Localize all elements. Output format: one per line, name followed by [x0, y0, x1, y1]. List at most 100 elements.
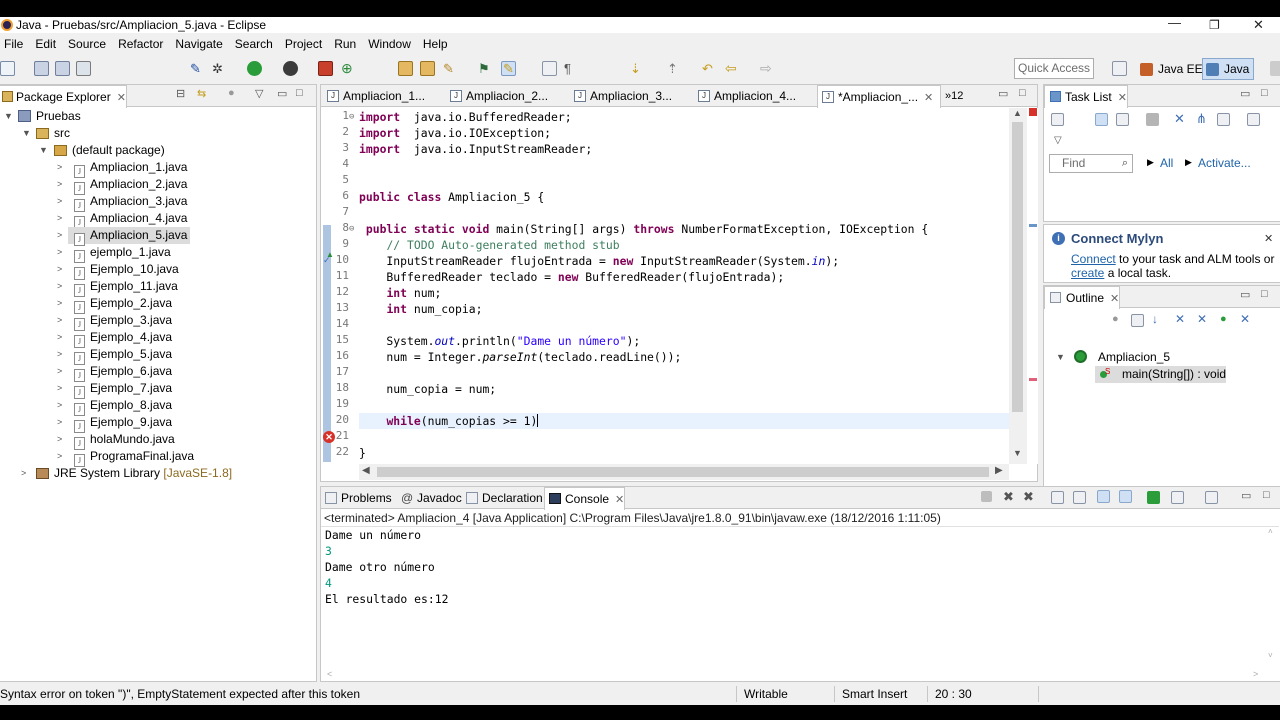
open-type-icon[interactable]: [398, 61, 413, 76]
run-icon[interactable]: [247, 61, 262, 76]
remove-all-icon[interactable]: ✖: [1023, 489, 1034, 505]
tree-file[interactable]: > J Ejemplo_2.java: [0, 295, 172, 314]
synchronize-icon[interactable]: [1217, 113, 1230, 126]
editor-tab-ampliacion-1[interactable]: J Ampliacion_1...: [323, 85, 425, 107]
remove-launch-icon[interactable]: ✖: [1003, 489, 1014, 505]
view-menu-icon[interactable]: ▽: [1054, 135, 1062, 146]
chevron-down-icon[interactable]: ˅: [1268, 651, 1273, 660]
chevron-left-icon[interactable]: ◀: [362, 465, 370, 476]
view-menu-icon[interactable]: ▽: [255, 87, 263, 100]
debug-icon[interactable]: ✲: [212, 61, 227, 76]
close-icon[interactable]: ✕: [1253, 17, 1264, 33]
hide-static-icon[interactable]: ✕: [1197, 312, 1207, 326]
minimize-view-icon[interactable]: ▭: [1240, 87, 1250, 100]
hide-local-types-icon[interactable]: ✕: [1240, 312, 1250, 326]
menu-source[interactable]: Source: [66, 37, 108, 51]
chevron-right-icon[interactable]: >: [57, 312, 62, 329]
maximize-view-icon[interactable]: □: [1263, 489, 1270, 501]
quick-access-input[interactable]: Quick Access: [1014, 58, 1094, 79]
close-icon[interactable]: ✕: [1110, 293, 1119, 305]
editor-tab-ampliacion-3[interactable]: J Ampliacion_3...: [570, 85, 672, 107]
tree-file[interactable]: > J Ampliacion_4.java: [0, 210, 187, 229]
open-console-icon[interactable]: [1205, 491, 1218, 504]
maximize-icon[interactable]: ❐: [1209, 17, 1220, 33]
chevron-right-icon[interactable]: >: [57, 176, 62, 193]
skip-breakpoints-icon[interactable]: ✎: [190, 61, 205, 76]
save-all-icon[interactable]: [55, 61, 70, 76]
block-selection-icon[interactable]: [542, 61, 557, 76]
tree-file[interactable]: > J Ampliacion_1.java: [0, 159, 187, 178]
hide-completed-icon[interactable]: [1146, 113, 1159, 126]
link-with-editor-icon[interactable]: ⇆: [197, 87, 206, 100]
chevron-right-icon[interactable]: >: [57, 261, 62, 278]
chevron-down-icon[interactable]: ▼: [1056, 352, 1065, 362]
editor-tab-ampliacion-2[interactable]: J Ampliacion_2...: [446, 85, 548, 107]
close-icon[interactable]: ✕: [615, 494, 624, 506]
annotation-icon[interactable]: ⚑: [478, 61, 493, 76]
categorized-icon[interactable]: [1095, 113, 1108, 126]
chevron-right-icon[interactable]: >: [57, 346, 62, 363]
chevron-down-icon[interactable]: ▼: [22, 125, 31, 142]
tree-file[interactable]: > J Ejemplo_7.java: [0, 380, 172, 399]
open-task-icon[interactable]: [420, 61, 435, 76]
collapse-icon[interactable]: ✕: [1174, 111, 1185, 127]
next-annotation-icon[interactable]: ⇣: [630, 61, 645, 76]
tab-javadoc[interactable]: @ Javadoc: [397, 487, 462, 509]
tree-package[interactable]: ▼ (default package): [0, 142, 165, 159]
tree-file[interactable]: > J Ampliacion_2.java: [0, 176, 187, 195]
chevron-right-icon[interactable]: ▶: [995, 465, 1003, 476]
new-java-project-icon[interactable]: ⊕: [341, 61, 356, 76]
scheduled-icon[interactable]: [1116, 113, 1129, 126]
code-line[interactable]: }: [359, 445, 366, 461]
tree-file[interactable]: > JholaMundo.java: [0, 431, 175, 450]
minimize-icon[interactable]: —: [1168, 17, 1181, 31]
maximize-view-icon[interactable]: □: [296, 87, 303, 99]
chevron-right-icon[interactable]: >: [57, 227, 62, 244]
close-icon[interactable]: ✕: [1118, 92, 1127, 104]
fold-icon[interactable]: ⊖: [349, 221, 354, 237]
menu-window[interactable]: Window: [366, 37, 413, 51]
editor-tab-ampliacion-4[interactable]: J Ampliacion_4...: [694, 85, 796, 107]
open-perspective-icon[interactable]: [1112, 61, 1127, 76]
focus-icon[interactable]: ●: [1112, 313, 1119, 325]
display-console-icon[interactable]: [1171, 491, 1184, 504]
menu-file[interactable]: File: [2, 37, 25, 51]
minimize-view-icon[interactable]: ▭: [1240, 288, 1250, 301]
tree-file[interactable]: > J Ejemplo_3.java: [0, 312, 172, 331]
tree-file[interactable]: > J Ejemplo_9.java: [0, 414, 172, 433]
print-icon[interactable]: [76, 61, 91, 76]
tree-file[interactable]: > J Ejemplo_4.java: [0, 329, 172, 348]
tree-file[interactable]: > J Ejemplo_5.java: [0, 346, 172, 365]
chevron-right-icon[interactable]: >: [57, 414, 62, 431]
chevron-right-icon[interactable]: >: [57, 210, 62, 227]
code-line[interactable]: // TODO Auto-generated method stub: [359, 237, 619, 253]
tab-problems[interactable]: Problems: [321, 487, 392, 509]
clear-console-icon[interactable]: [1051, 491, 1064, 504]
menu-refactor[interactable]: Refactor: [116, 37, 165, 51]
code-line[interactable]: public static void main(String[] args) t…: [349, 221, 928, 237]
scrollbar-thumb[interactable]: [377, 467, 989, 477]
perspective-java[interactable]: Java: [1202, 58, 1254, 80]
tab-task-list[interactable]: Task List ✕: [1044, 85, 1128, 108]
code-line[interactable]: int num_copia;: [359, 301, 482, 317]
tree-project[interactable]: ▼ Pruebas: [0, 108, 81, 125]
console-output-area[interactable]: [321, 526, 1279, 664]
tree-file[interactable]: > J ProgramaFinal.java: [0, 448, 194, 467]
status-insert-mode[interactable]: Smart Insert: [842, 683, 907, 705]
tab-console[interactable]: Console ✕: [544, 487, 626, 510]
tree-src[interactable]: ▼ src: [0, 125, 70, 142]
chevron-right-icon[interactable]: >: [57, 193, 62, 210]
save-icon[interactable]: [34, 61, 49, 76]
editor-tabs-overflow[interactable]: »12: [941, 85, 963, 107]
chevron-down-icon[interactable]: ▼: [4, 108, 13, 125]
mylyn-connect-link[interactable]: Connect: [1071, 252, 1116, 266]
tab-outline[interactable]: Outline ✕: [1044, 286, 1121, 309]
outline-method[interactable]: Smain(String[]) : void: [1095, 366, 1226, 383]
chevron-right-icon[interactable]: >: [57, 295, 62, 312]
perspective-java-ee[interactable]: Java EE: [1140, 60, 1203, 79]
menu-help[interactable]: Help: [421, 37, 450, 51]
minimize-view-icon[interactable]: ▭: [998, 87, 1008, 100]
code-line[interactable]: BufferedReader teclado = new BufferedRea…: [359, 269, 784, 285]
collapse-all-icon[interactable]: ⊟: [176, 87, 185, 100]
coverage-icon[interactable]: [283, 61, 298, 76]
